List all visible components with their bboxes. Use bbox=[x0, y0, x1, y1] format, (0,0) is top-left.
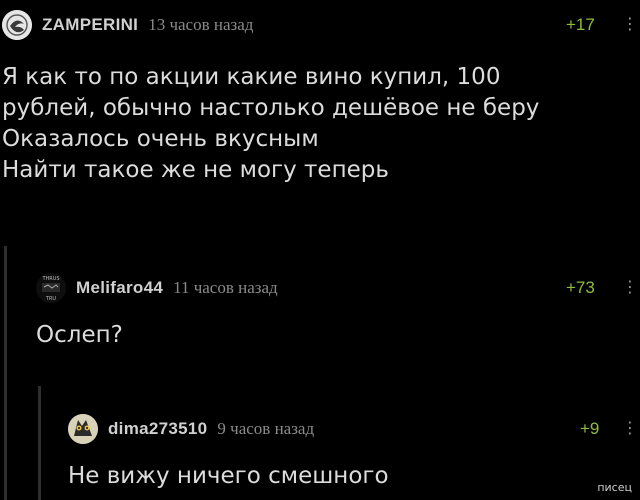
comment-line: рублей, обычно настолько дешёвое не беру bbox=[2, 95, 540, 121]
avatar-image bbox=[2, 10, 32, 40]
avatar-caption-top: THRUS bbox=[41, 276, 59, 282]
comment-header: ZAMPERINI 13 часов назад bbox=[2, 10, 253, 40]
avatar[interactable] bbox=[2, 10, 32, 40]
comment-line: Не вижу ничего смешного bbox=[68, 463, 389, 489]
ellipsis-vertical-icon[interactable]: ⋮ bbox=[622, 279, 638, 295]
username[interactable]: ZAMPERINI bbox=[42, 15, 138, 35]
watermark: писец bbox=[597, 481, 632, 494]
ellipsis-vertical-icon[interactable]: ⋮ bbox=[622, 16, 638, 32]
comment-line: Найти такое же не могу теперь bbox=[2, 157, 389, 183]
timestamp[interactable]: 9 часов назад bbox=[217, 419, 314, 439]
comment-body: Не вижу ничего смешного bbox=[68, 461, 389, 492]
comment-rating: +17 bbox=[566, 15, 595, 34]
comment-header: THRUS TRU Melifaro44 11 часов назад bbox=[36, 273, 278, 303]
comment-body: Я как то по акции какие вино купил, 100 … bbox=[2, 62, 539, 186]
timestamp[interactable]: 13 часов назад bbox=[148, 15, 253, 35]
avatar-image: THRUS TRU bbox=[36, 273, 66, 303]
comment-line: Ослеп? bbox=[36, 322, 123, 348]
avatar[interactable] bbox=[68, 414, 98, 444]
username[interactable]: dima273510 bbox=[108, 419, 207, 439]
comment-rating: +9 bbox=[580, 419, 600, 438]
thread-line-level-1[interactable] bbox=[4, 246, 7, 500]
avatar-caption-bottom: TRU bbox=[45, 296, 57, 302]
avatar-image bbox=[68, 414, 98, 444]
thread-line-level-2[interactable] bbox=[38, 386, 41, 500]
comment-header: dima273510 9 часов назад bbox=[68, 414, 314, 444]
ellipsis-vertical-icon[interactable]: ⋮ bbox=[622, 420, 638, 436]
comment-line: Я как то по акции какие вино купил, 100 bbox=[2, 64, 501, 90]
avatar[interactable]: THRUS TRU bbox=[36, 273, 66, 303]
comment-line: Оказалось очень вкусным bbox=[2, 126, 319, 152]
timestamp[interactable]: 11 часов назад bbox=[173, 278, 278, 298]
comment-body: Ослеп? bbox=[36, 320, 123, 351]
username[interactable]: Melifaro44 bbox=[76, 278, 163, 298]
comment-rating: +73 bbox=[566, 278, 595, 297]
